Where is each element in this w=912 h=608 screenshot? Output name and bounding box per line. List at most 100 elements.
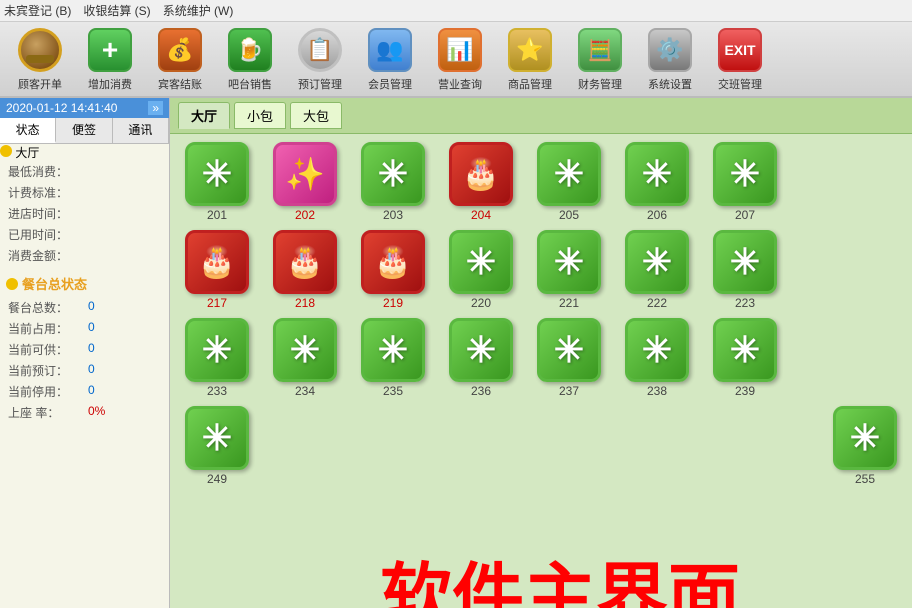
reserved-value: 0 bbox=[88, 362, 95, 379]
goods-label: 商品管理 bbox=[508, 76, 552, 92]
dot-yellow2-icon bbox=[6, 278, 18, 290]
guest-checkout-btn[interactable]: 💰 宾客结账 bbox=[148, 26, 212, 92]
table-grid: ✳ 201 ✨ 202 ✳ 203 🎂 204 ✳ 205 bbox=[170, 134, 912, 494]
tab-large-room[interactable]: 大包 bbox=[290, 102, 342, 129]
occupancy-value: 0% bbox=[88, 404, 105, 421]
table-222[interactable]: ✳ 222 bbox=[618, 230, 696, 310]
tab-status[interactable]: 状态 bbox=[0, 118, 56, 143]
business-query-btn[interactable]: 📊 营业查询 bbox=[428, 26, 492, 92]
reserved-row: 当前预订： 0 bbox=[0, 360, 169, 381]
member-label: 会员管理 bbox=[368, 76, 412, 92]
settings-label: 系统设置 bbox=[648, 76, 692, 92]
handover-label: 交班管理 bbox=[718, 76, 762, 92]
available-label: 当前可供： bbox=[8, 341, 88, 358]
table-202[interactable]: ✨ 202 bbox=[266, 142, 344, 222]
finance-btn[interactable]: 🧮 财务管理 bbox=[568, 26, 632, 92]
table-239[interactable]: ✳ 239 bbox=[706, 318, 784, 398]
datetime-text: 2020-01-12 14:41:40 bbox=[6, 101, 117, 115]
table-206[interactable]: ✳ 206 bbox=[618, 142, 696, 222]
billing-label: 计费标准： bbox=[8, 184, 78, 201]
guest-order-btn[interactable]: 顾客开单 bbox=[8, 26, 72, 92]
section1-label: 大厅 bbox=[15, 146, 39, 160]
total-tables-row: 餐台总数： 0 bbox=[0, 297, 169, 318]
guest-register-menu[interactable]: 未宾登记 (B) bbox=[4, 2, 71, 19]
reserved-label: 当前预订： bbox=[8, 362, 88, 379]
section2-label: 餐台总状态 bbox=[22, 274, 87, 293]
tab-small-room[interactable]: 小包 bbox=[234, 102, 286, 129]
datetime-arrow[interactable]: » bbox=[148, 101, 163, 115]
goods-btn[interactable]: ⭐ 商品管理 bbox=[498, 26, 562, 92]
used-time-row: 已用时间： bbox=[0, 224, 169, 245]
reservation-label: 预订管理 bbox=[298, 76, 342, 92]
suspended-value: 0 bbox=[88, 383, 95, 400]
consume-amount-row: 消费金额： bbox=[0, 245, 169, 266]
dot-yellow-icon bbox=[0, 145, 12, 157]
table-205[interactable]: ✳ 205 bbox=[530, 142, 608, 222]
total-tables-value: 0 bbox=[88, 299, 95, 316]
table-row-3: ✳ 233 ✳ 234 ✳ 235 ✳ 236 ✳ 237 bbox=[178, 318, 904, 398]
occupied-row: 当前占用： 0 bbox=[0, 318, 169, 339]
guest-checkout-label: 宾客结账 bbox=[158, 76, 202, 92]
table-207[interactable]: ✳ 207 bbox=[706, 142, 784, 222]
occupied-value: 0 bbox=[88, 320, 95, 337]
content-tabs-bar: 大厅 小包 大包 bbox=[170, 98, 912, 134]
table-203[interactable]: ✳ 203 bbox=[354, 142, 432, 222]
content-area: 大厅 小包 大包 ✳ 201 ✨ 202 ✳ 203 🎂 bbox=[170, 98, 912, 608]
section-stats-title: 餐台总状态 bbox=[0, 270, 169, 297]
table-row-1: ✳ 201 ✨ 202 ✳ 203 🎂 204 ✳ 205 bbox=[178, 142, 904, 222]
table-255[interactable]: ✳ 255 bbox=[826, 406, 904, 486]
suspended-label: 当前停用： bbox=[8, 383, 88, 400]
guest-order-label: 顾客开单 bbox=[18, 76, 62, 92]
occupied-label: 当前占用： bbox=[8, 320, 88, 337]
add-consume-btn[interactable]: + 增加消费 bbox=[78, 26, 142, 92]
tab-note[interactable]: 便签 bbox=[56, 118, 112, 143]
bar-sales-btn[interactable]: 🍺 吧台销售 bbox=[218, 26, 282, 92]
cashier-menu[interactable]: 收银结算 (S) bbox=[83, 2, 150, 19]
sidebar: 2020-01-12 14:41:40 » 状态 便签 通讯 大厅 最低消费： … bbox=[0, 98, 170, 608]
used-time-label: 已用时间： bbox=[8, 226, 78, 243]
settings-btn[interactable]: ⚙️ 系统设置 bbox=[638, 26, 702, 92]
sidebar-tabs: 状态 便签 通讯 bbox=[0, 118, 169, 144]
occupancy-row: 上座 率： 0% bbox=[0, 402, 169, 423]
available-row: 当前可供： 0 bbox=[0, 339, 169, 360]
billing-standard-row: 计费标准： bbox=[0, 182, 169, 203]
table-217[interactable]: 🎂 217 bbox=[178, 230, 256, 310]
total-tables-label: 餐台总数： bbox=[8, 299, 88, 316]
table-row-4: ✳ 249 ✳ 255 bbox=[178, 406, 904, 486]
consume-amount-label: 消费金额： bbox=[8, 247, 78, 264]
table-236[interactable]: ✳ 236 bbox=[442, 318, 520, 398]
bar-sales-label: 吧台销售 bbox=[228, 76, 272, 92]
table-238[interactable]: ✳ 238 bbox=[618, 318, 696, 398]
table-218[interactable]: 🎂 218 bbox=[266, 230, 344, 310]
business-query-label: 营业查询 bbox=[438, 76, 482, 92]
tab-hall[interactable]: 大厅 bbox=[178, 102, 230, 129]
min-consume-label: 最低消费： bbox=[8, 163, 78, 180]
enter-time-label: 进店时间： bbox=[8, 205, 78, 222]
table-201[interactable]: ✳ 201 bbox=[178, 142, 256, 222]
toolbar: 顾客开单 + 增加消费 💰 宾客结账 🍺 吧台销售 📋 预订管理 👥 会员管理 … bbox=[0, 22, 912, 98]
main-area: 2020-01-12 14:41:40 » 状态 便签 通讯 大厅 最低消费： … bbox=[0, 98, 912, 608]
table-249[interactable]: ✳ 249 bbox=[178, 406, 256, 486]
table-204[interactable]: 🎂 204 bbox=[442, 142, 520, 222]
table-235[interactable]: ✳ 235 bbox=[354, 318, 432, 398]
table-220[interactable]: ✳ 220 bbox=[442, 230, 520, 310]
table-row-2: 🎂 217 🎂 218 🎂 219 ✳ 220 ✳ 221 bbox=[178, 230, 904, 310]
datetime-bar: 2020-01-12 14:41:40 » bbox=[0, 98, 169, 118]
handover-btn[interactable]: EXIT 交班管理 bbox=[708, 26, 772, 92]
add-consume-label: 增加消费 bbox=[88, 76, 132, 92]
table-219[interactable]: 🎂 219 bbox=[354, 230, 432, 310]
table-237[interactable]: ✳ 237 bbox=[530, 318, 608, 398]
reservation-btn[interactable]: 📋 预订管理 bbox=[288, 26, 352, 92]
table-233[interactable]: ✳ 233 bbox=[178, 318, 256, 398]
system-maintain-menu[interactable]: 系统维护 (W) bbox=[163, 2, 234, 19]
occupancy-label: 上座 率： bbox=[8, 404, 88, 421]
tab-comm[interactable]: 通讯 bbox=[113, 118, 169, 143]
table-221[interactable]: ✳ 221 bbox=[530, 230, 608, 310]
table-234[interactable]: ✳ 234 bbox=[266, 318, 344, 398]
member-btn[interactable]: 👥 会员管理 bbox=[358, 26, 422, 92]
table-223[interactable]: ✳ 223 bbox=[706, 230, 784, 310]
watermark-text: 软件主界面 bbox=[380, 538, 740, 608]
enter-time-row: 进店时间： bbox=[0, 203, 169, 224]
available-value: 0 bbox=[88, 341, 95, 358]
finance-label: 财务管理 bbox=[578, 76, 622, 92]
